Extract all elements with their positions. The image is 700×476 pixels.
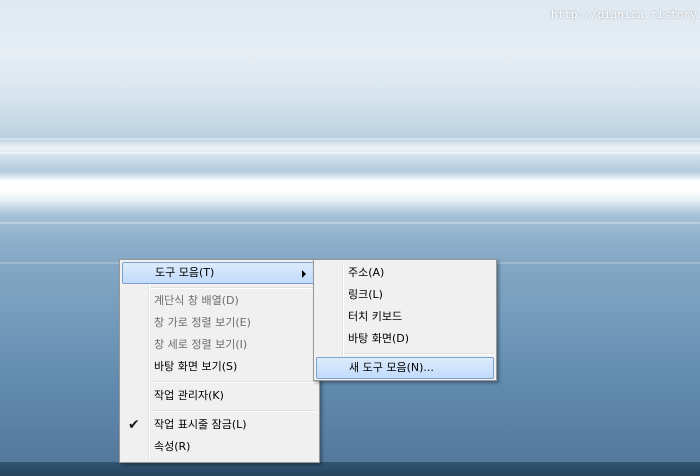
light-streak: [0, 222, 700, 224]
menu-item-label: 작업 표시줄 잠금(L): [154, 418, 247, 431]
submenu-item-touch-keyboard[interactable]: 터치 키보드: [316, 306, 494, 328]
menu-separator: [344, 353, 494, 355]
menu-item-task-manager[interactable]: 작업 관리자(K): [122, 385, 317, 407]
menu-item-toolbars[interactable]: 도구 모음(T): [122, 262, 317, 284]
menu-item-properties[interactable]: 속성(R): [122, 436, 317, 458]
menu-separator: [150, 287, 317, 289]
menu-item-stack-windows[interactable]: 창 가로 정렬 보기(E): [122, 312, 317, 334]
watermark-text: http://pianica.tistory.com: [551, 8, 700, 21]
menu-item-label: 계단식 창 배열(D): [154, 294, 239, 307]
menu-item-label: 링크(L): [348, 288, 383, 301]
menu-separator: [150, 381, 317, 383]
menu-item-label: 창 세로 정렬 보기(I): [154, 338, 248, 351]
menu-separator: [150, 410, 317, 412]
menu-item-cascade-windows[interactable]: 계단식 창 배열(D): [122, 290, 317, 312]
menu-item-label: 새 도구 모음(N)...: [349, 361, 434, 374]
submenu-item-address[interactable]: 주소(A): [316, 262, 494, 284]
taskbar[interactable]: [0, 462, 700, 476]
menu-item-show-desktop[interactable]: 바탕 화면 보기(S): [122, 356, 317, 378]
toolbars-submenu: 주소(A) 링크(L) 터치 키보드 바탕 화면(D) 새 도구 모음(N)..…: [313, 259, 497, 381]
menu-item-label: 주소(A): [348, 266, 385, 279]
submenu-arrow-icon: [302, 270, 306, 278]
menu-item-label: 바탕 화면(D): [348, 332, 410, 345]
submenu-item-new-toolbar[interactable]: 새 도구 모음(N)...: [316, 357, 494, 379]
taskbar-context-menu: 도구 모음(T) 계단식 창 배열(D) 창 가로 정렬 보기(E) 창 세로 …: [119, 259, 320, 463]
menu-item-label: 도구 모음(T): [155, 266, 215, 279]
menu-item-label: 창 가로 정렬 보기(E): [154, 316, 251, 329]
submenu-item-desktop[interactable]: 바탕 화면(D): [316, 328, 494, 350]
menu-item-label: 작업 관리자(K): [154, 389, 224, 402]
menu-item-label: 터치 키보드: [348, 310, 403, 323]
menu-item-side-by-side-windows[interactable]: 창 세로 정렬 보기(I): [122, 334, 317, 356]
light-streak: [0, 152, 700, 154]
menu-item-label: 바탕 화면 보기(S): [154, 360, 238, 373]
submenu-item-links[interactable]: 링크(L): [316, 284, 494, 306]
checkmark-icon: ✔: [128, 417, 140, 433]
light-streak: [0, 138, 700, 140]
desktop-background: [0, 0, 700, 476]
menu-item-label: 속성(R): [154, 440, 191, 453]
menu-item-lock-taskbar[interactable]: ✔ 작업 표시줄 잠금(L): [122, 414, 317, 436]
